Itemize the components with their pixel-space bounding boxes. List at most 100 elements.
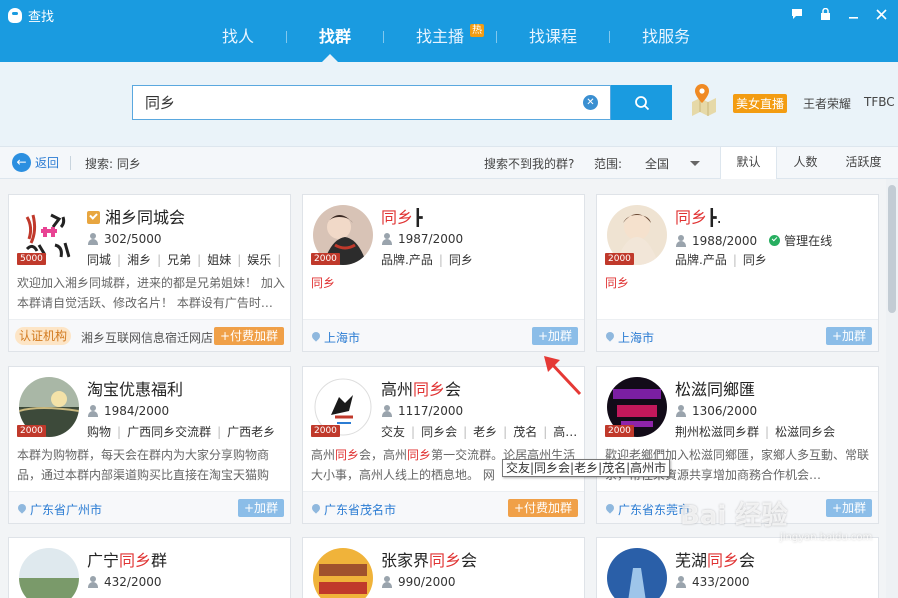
group-tags: 同城|湘乡|兄弟|姐妹|娱乐|… [87,253,282,267]
live-badge[interactable]: 美女直播 [733,94,788,113]
group-card[interactable]: 2000 淘宝优惠福利 1984/2000 购物 | 广西同乡交流群 | 广西老乡 本群… [8,366,291,524]
group-name-text: 群 [151,551,168,570]
group-description: 同乡 [311,273,581,313]
search-button[interactable] [611,85,672,120]
tab-find-course[interactable]: 找课程 [497,24,609,50]
clear-search-icon[interactable]: ✕ [583,95,598,110]
tag: 交友 [381,425,406,439]
search-box: ✕ [132,85,611,120]
tab-label: 找服务 [642,27,691,46]
admin-online-tag: 管理在线 [769,232,832,249]
feedback-icon[interactable] [786,4,808,24]
group-name-text: 会 [739,551,756,570]
member-count: 1987/2000 [381,232,463,246]
join-group-button[interactable]: +加群 [825,327,872,345]
group-name[interactable]: 淘宝优惠福利 [87,376,183,400]
group-name[interactable]: 湘乡同城会 [87,204,185,228]
tag: 湘乡 [127,253,152,267]
paid-join-button[interactable]: +付费加群 [507,499,578,517]
filter-bar: ← 返回 搜索: 同乡 搜索不到我的群? 范围: 全国 默认 人数 活跃度 [0,146,898,180]
group-name[interactable]: 广宁同乡群 [87,547,167,571]
group-card[interactable]: 5000 湘乡同城会 302/5000 同城|湘乡|兄弟|姐妹|娱乐|… 欢迎加… [8,194,291,352]
card-footer: 广东省茂名市 +付费加群 [303,491,584,523]
group-tags: 品牌.产品 | 同乡 [381,253,473,267]
tab-find-group[interactable]: 找群 [287,24,383,50]
close-icon[interactable] [870,4,892,24]
hot-link-wzry[interactable]: 王者荣耀 [803,95,851,112]
hot-link-tfbc[interactable]: TFBC [864,95,895,109]
tab-find-people[interactable]: 找人 [190,24,286,50]
tab-find-service[interactable]: 找服务 [610,24,722,50]
member-count-text: 990/2000 [398,575,456,589]
certified-org-name: 湘乡互联网信息宿迁网店 [81,331,214,345]
window-controls [786,4,892,24]
paid-join-button[interactable]: +付费加群 [213,327,284,345]
map-pin-icon[interactable] [688,82,720,116]
group-avatar [313,548,373,598]
group-location: 广东省东莞市 [606,501,690,518]
tag: 松滋同乡会 [775,425,836,439]
member-count: 1117/2000 [381,404,463,418]
group-name-text: 张家界 [381,551,430,570]
group-name[interactable]: 同乡┣ [381,204,423,228]
range-select[interactable]: 全国 [645,155,669,172]
sort-members[interactable]: 人数 [777,147,834,179]
group-name[interactable]: 高州同乡会 [381,376,461,400]
member-count-text: 1117/2000 [398,404,464,418]
baidu-watermark-url: jingyan.baidu.com [780,532,873,543]
description-highlight: 同乡 [335,448,360,462]
sort-default[interactable]: 默认 [720,147,777,180]
scrollbar-thumb[interactable] [888,185,896,313]
back-button[interactable]: ← 返回 [12,153,59,172]
group-description: 同乡 [605,273,875,313]
join-group-button[interactable]: +加群 [531,327,578,345]
tag: 购物 [87,425,112,439]
group-name[interactable]: 同乡┣. [675,204,722,228]
tag: 茂名 [513,425,538,439]
tag: 品牌.产品 [675,253,727,267]
divider [70,156,71,170]
card-footer: 认证机构 湘乡互联网信息宿迁网店 +付费加群 [9,319,290,351]
location-pin-icon [312,332,320,343]
tab-label: 找主播 [416,27,465,46]
group-card[interactable]: 芜湖同乡会 433/2000 [596,537,879,598]
member-count-text: 1984/2000 [104,404,170,418]
group-card[interactable]: 张家界同乡会 990/2000 [302,537,585,598]
group-card[interactable]: 2000 同乡┣ 1987/2000 品牌.产品 | 同乡 同乡 上海市 +加群 [302,194,585,352]
tag: 同乡 [448,253,473,267]
tag: 姐妹 [207,253,232,267]
location-pin-icon [606,504,614,515]
tags-tooltip: 交友|同乡会|老乡|茂名|高州市 [502,459,671,477]
certified-org-badge: 认证机构 [15,327,72,345]
person-icon [87,233,99,245]
group-level-badge: 5000 [17,253,46,265]
group-location: 广东省广州市 [18,501,102,518]
group-card[interactable]: 广宁同乡群 432/2000 [8,537,291,598]
chevron-down-icon[interactable] [690,161,700,166]
minimize-icon[interactable] [842,4,864,24]
member-count: 1306/2000 [675,404,757,418]
person-icon [87,405,99,417]
group-name[interactable]: 芜湖同乡会 [675,547,755,571]
join-group-button[interactable]: +加群 [237,499,284,517]
person-icon [381,233,393,245]
tag: 品牌.产品 [381,253,433,267]
group-name[interactable]: 松滋同鄉匯 [675,376,755,400]
group-description: 欢迎加入湘乡同城群，进来的都是兄弟姐妹！ 加入本群请自觉活跃、修改名片！ 本群设… [17,276,285,310]
not-found-link[interactable]: 搜索不到我的群? [484,155,574,172]
group-name-text: 淘宝优惠福利 [87,380,184,399]
title-bar: 查找 找人 找群 找主播热 找课程 找服务 [0,0,898,62]
group-card[interactable]: 2000 同乡┣. 1988/2000 管理在线 品牌.产品 | 同乡 同乡 上海市… [596,194,879,352]
description-text: 高州 [311,448,336,462]
search-input[interactable] [133,86,553,119]
sort-activity[interactable]: 活跃度 [835,147,892,179]
results-scrollbar[interactable] [886,179,898,598]
tab-label: 找课程 [529,27,578,46]
card-footer: 上海市 +加群 [597,319,878,351]
admin-online-text: 管理在线 [784,234,833,248]
qq-penguin-icon [8,8,22,23]
group-name[interactable]: 张家界同乡会 [381,547,477,571]
lock-icon[interactable] [814,4,836,24]
join-group-button[interactable]: +加群 [825,499,872,517]
tab-find-streamer[interactable]: 找主播热 [384,24,496,50]
